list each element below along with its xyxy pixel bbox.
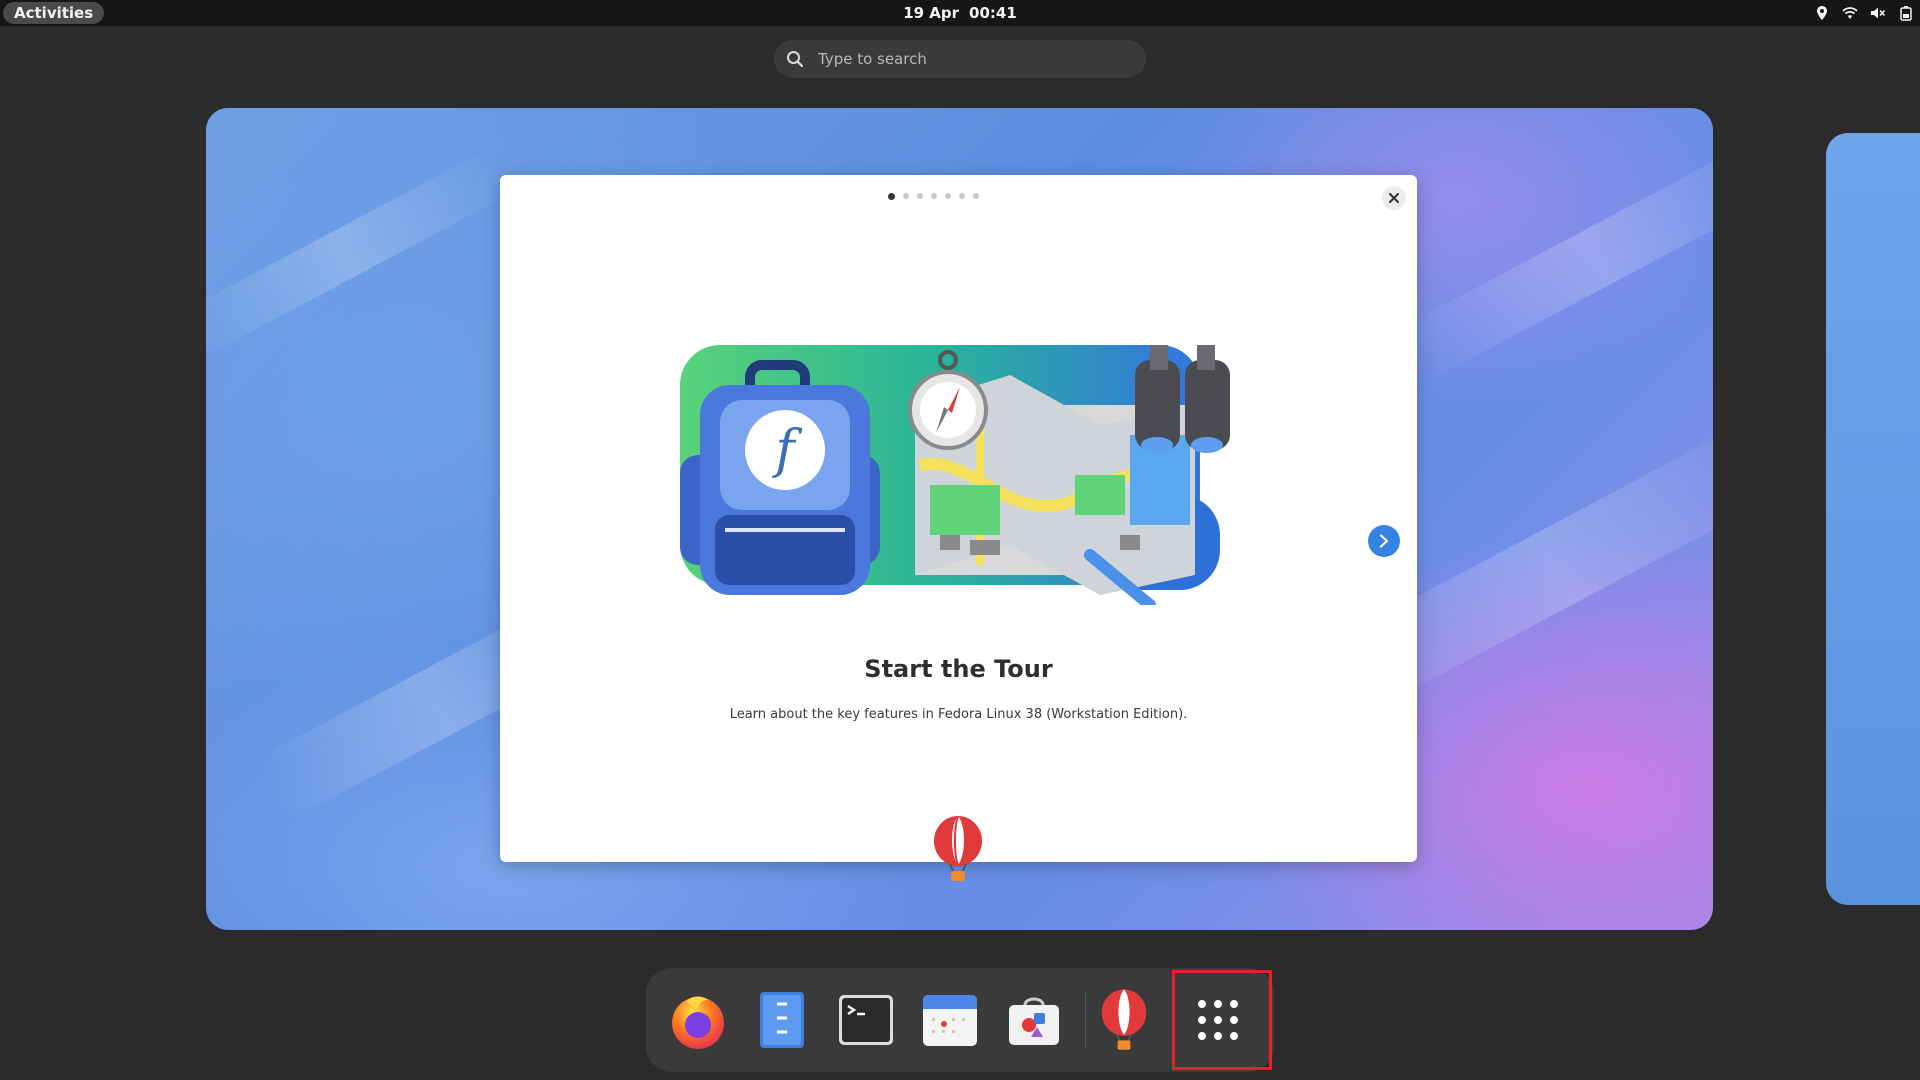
tour-window[interactable]: f Start the Tour Learn about the key fea… — [500, 175, 1417, 862]
activities-button[interactable]: Activities — [3, 2, 105, 24]
search-bar[interactable] — [774, 40, 1146, 78]
wallpaper-streak — [1396, 132, 1713, 384]
firefox-icon — [672, 996, 724, 1049]
close-button[interactable] — [1382, 186, 1406, 210]
search-input[interactable] — [816, 49, 1116, 69]
software-icon — [1009, 997, 1059, 1045]
location-icon — [1817, 6, 1827, 20]
dash-separator — [1085, 992, 1086, 1048]
clock-time: 00:41 — [969, 4, 1017, 22]
tour-illustration: f — [680, 345, 1230, 605]
tour-description: Learn about the key features in Fedora L… — [729, 707, 1188, 722]
close-icon — [1389, 193, 1399, 203]
wifi-icon — [1842, 7, 1858, 19]
page-dot[interactable] — [945, 193, 951, 199]
chevron-right-icon — [1379, 534, 1389, 548]
clock-date: 19 Apr — [903, 4, 960, 22]
terminal-icon — [839, 995, 893, 1045]
page-dot[interactable] — [888, 193, 895, 200]
page-dot[interactable] — [917, 193, 923, 199]
tour-app-badge-icon — [934, 815, 982, 881]
page-dot[interactable] — [903, 193, 909, 199]
clock[interactable]: 19 Apr 00:41 — [860, 0, 1060, 26]
page-dot[interactable] — [931, 193, 937, 199]
dash-item-firefox[interactable] — [666, 988, 730, 1052]
dash-item-software[interactable] — [1002, 988, 1066, 1052]
page-dot[interactable] — [959, 193, 965, 199]
hot-air-balloon-icon — [1101, 989, 1147, 1050]
system-tray[interactable] — [1814, 0, 1914, 26]
text-editor-icon — [760, 992, 804, 1048]
next-page-button[interactable] — [1368, 525, 1400, 557]
volume-muted-icon — [1871, 7, 1886, 19]
backpack-graphic: f — [680, 360, 880, 595]
dash-item-tour[interactable] — [1092, 988, 1156, 1052]
battery-icon — [1900, 6, 1912, 21]
dash-item-terminal[interactable] — [834, 988, 898, 1052]
dash-item-text-editor[interactable] — [750, 988, 814, 1052]
top-bar: Activities 19 Apr 00:41 — [0, 0, 1920, 26]
dash — [646, 968, 1274, 1072]
page-dot[interactable] — [973, 193, 979, 199]
next-workspace-thumbnail[interactable] — [1826, 133, 1920, 905]
calendar-icon — [923, 995, 977, 1046]
page-indicator — [500, 193, 1417, 200]
show-apps-button[interactable] — [1186, 988, 1250, 1052]
tour-title: Start the Tour — [864, 655, 1053, 683]
search-icon — [787, 51, 804, 68]
app-grid-icon — [1198, 1000, 1238, 1040]
wallpaper-streak — [206, 146, 517, 360]
dash-item-calendar[interactable] — [918, 988, 982, 1052]
